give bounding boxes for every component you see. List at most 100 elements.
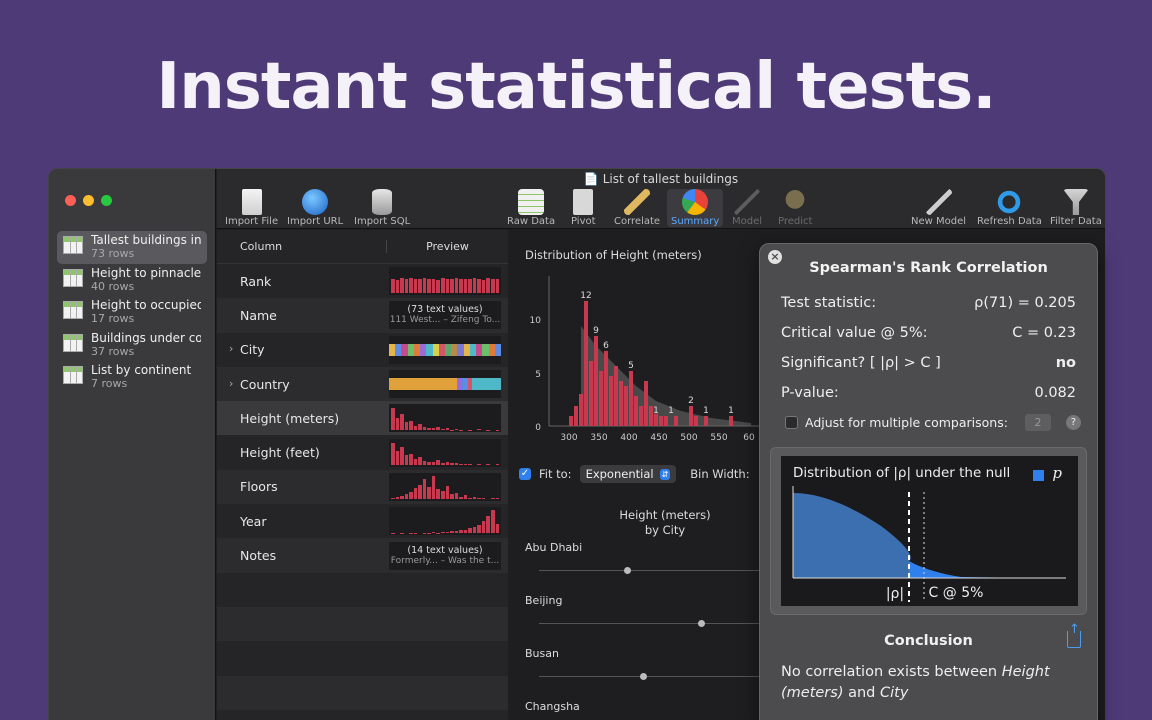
- preview-text-summary: (73 text values) 111 West... – Zifeng To…: [389, 301, 501, 330]
- fit-checkbox[interactable]: ✓: [519, 468, 531, 480]
- predict-button[interactable]: Predict: [778, 189, 812, 227]
- column-row-height-feet[interactable]: Height (feet): [217, 435, 508, 469]
- column-row-notes[interactable]: Notes (14 text values) Formerly... – Was…: [217, 538, 508, 573]
- sidebar-item-height-to-pinnacle[interactable]: Height to pinnacle... 40 rows: [57, 264, 207, 297]
- null-distribution-box: |ρ| C @ 5% Distribution of |ρ| under the…: [770, 447, 1087, 615]
- column-row-floors[interactable]: Floors: [217, 469, 508, 505]
- column-row-city[interactable]: › City: [217, 333, 508, 367]
- import-sql-button[interactable]: Import SQL: [354, 189, 410, 227]
- column-name-wrap: › Country: [217, 377, 389, 392]
- significant-value: no: [1055, 355, 1076, 371]
- x-tick: 550: [710, 433, 727, 443]
- sidebar-item-tallest-buildings[interactable]: Tallest buildings in... 73 rows: [57, 231, 207, 264]
- zoom-window-button[interactable]: [101, 195, 112, 206]
- adjust-label: Adjust for multiple comparisons:: [805, 415, 1008, 430]
- window-title: 📄 List of tallest buildings: [217, 169, 1105, 189]
- sparkline-bars: [391, 509, 500, 534]
- preview-histogram: [389, 267, 501, 296]
- column-name: Floors: [240, 479, 278, 495]
- adjust-checkbox[interactable]: [785, 416, 798, 429]
- sparkline-bars: [391, 475, 500, 499]
- null-distribution-chart: |ρ| C @ 5% Distribution of |ρ| under the…: [781, 456, 1078, 606]
- sidebar-item-rows: 17 rows: [91, 312, 135, 325]
- rho-marker-label: |ρ|: [886, 586, 904, 602]
- sidebar-item-rows: 7 rows: [91, 377, 128, 390]
- column-row-rank[interactable]: Rank: [217, 264, 508, 298]
- bar-label: 12: [580, 291, 591, 301]
- share-icon[interactable]: [1067, 622, 1081, 648]
- column-row-year[interactable]: Year: [217, 504, 508, 538]
- window-title-text: List of tallest buildings: [602, 172, 739, 186]
- conclusion-text-1: No correlation exists between: [781, 664, 1002, 680]
- sidebar-item-by-continent[interactable]: List by continent 7 rows: [57, 361, 207, 394]
- ruler-icon: [624, 189, 651, 215]
- conclusion-text: No correlation exists between Height (me…: [781, 662, 1079, 704]
- chevron-right-icon[interactable]: ›: [229, 342, 233, 355]
- correlate-button[interactable]: Correlate: [614, 189, 660, 227]
- x-tick: 350: [590, 433, 607, 443]
- x-tick: 60: [743, 433, 755, 443]
- raw-data-button[interactable]: Raw Data: [507, 189, 555, 227]
- new-model-button[interactable]: New Model: [911, 189, 966, 227]
- test-statistic-row: Test statistic: ρ(71) = 0.205: [781, 295, 1076, 311]
- help-icon[interactable]: ?: [1065, 415, 1081, 430]
- significant-label: Significant? [ |ρ| > C ]: [781, 355, 941, 371]
- fit-select[interactable]: Exponential ⇵: [579, 465, 677, 483]
- chevron-right-icon[interactable]: ›: [229, 377, 233, 390]
- column-header[interactable]: Column: [217, 240, 387, 253]
- pvalue-label: P-value:: [781, 385, 839, 401]
- sparkline-bars: [391, 269, 500, 294]
- bar-label: 1: [668, 406, 674, 416]
- column-row-country[interactable]: › Country: [217, 366, 508, 402]
- critical-value-value: C = 0.23: [1012, 325, 1076, 341]
- preview-category-stripe: [389, 335, 501, 364]
- database-icon: [372, 189, 393, 215]
- minimize-window-button[interactable]: [83, 195, 94, 206]
- null-distribution-title: Distribution of |ρ| under the null: [793, 465, 1011, 481]
- refresh-data-label: Refresh Data: [977, 216, 1042, 227]
- preview-range: Formerly... – Was the t...: [390, 555, 500, 566]
- summary-button[interactable]: Summary: [667, 189, 724, 227]
- preview-histogram: [389, 404, 501, 433]
- import-file-button[interactable]: Import File: [225, 189, 278, 227]
- column-name: Name: [240, 307, 277, 323]
- column-name: Height (meters): [240, 410, 340, 426]
- significant-row: Significant? [ |ρ| > C ] no: [781, 355, 1076, 371]
- sidebar-item-height-to-occupied[interactable]: Height to occupied...17 rows: [57, 296, 207, 329]
- bar-label: 6: [603, 341, 609, 351]
- predict-label: Predict: [778, 216, 813, 227]
- import-url-button[interactable]: Import URL: [287, 189, 343, 227]
- column-row-name[interactable]: Name (73 text values) 111 West... – Zife…: [217, 298, 508, 333]
- preview-header[interactable]: Preview: [387, 240, 508, 253]
- column-row-height-meters[interactable]: Height (meters): [217, 401, 508, 436]
- distribution-title: Distribution of Height (meters): [525, 248, 702, 262]
- new-model-icon: [925, 189, 952, 215]
- column-name: Height (feet): [240, 445, 320, 461]
- bin-width-label: Bin Width:: [690, 467, 750, 481]
- empty-row: [217, 641, 508, 675]
- sidebar-item-under-construction[interactable]: Buildings under co...37 rows: [57, 329, 207, 362]
- x-tick: 400: [620, 433, 637, 443]
- table-icon: [518, 189, 545, 215]
- y-tick: 0: [535, 423, 541, 433]
- close-window-button[interactable]: [65, 195, 76, 206]
- filter-data-button[interactable]: Filter Data: [1050, 189, 1102, 227]
- pvalue-row: P-value: 0.082: [781, 385, 1076, 401]
- sidebar: Tallest buildings in... 73 rows Height to…: [49, 169, 216, 720]
- model-button[interactable]: Model: [732, 189, 762, 227]
- table-icon: [63, 236, 83, 254]
- sidebar-item-title: Height to pinnacle...: [91, 265, 201, 280]
- bar-label: 1: [703, 406, 709, 416]
- import-file-icon: [241, 189, 262, 215]
- city-dot: [698, 620, 705, 627]
- y-tick: 10: [530, 316, 542, 326]
- bar-label: 2: [688, 396, 694, 406]
- pivot-button[interactable]: Pivot: [571, 189, 596, 227]
- funnel-icon: [1062, 189, 1089, 215]
- sidebar-item-rows: 37 rows: [91, 344, 135, 358]
- import-sql-label: Import SQL: [354, 216, 411, 227]
- city-plot-title-line2: by City: [644, 523, 686, 537]
- empty-row: [217, 606, 508, 642]
- refresh-data-button[interactable]: Refresh Data: [977, 189, 1042, 227]
- comparisons-count-field[interactable]: 2: [1024, 414, 1051, 431]
